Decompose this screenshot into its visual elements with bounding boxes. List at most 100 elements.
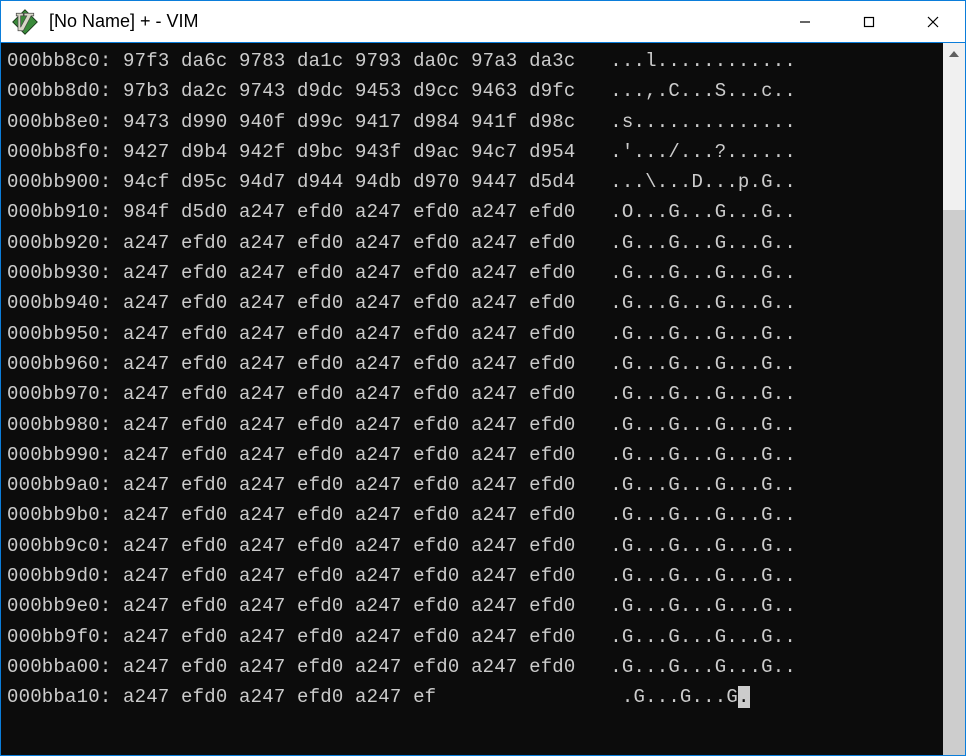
hex-bytes: a247 efd0 a247 efd0 a247 efd0 a247 efd0 xyxy=(111,383,575,405)
hex-address: 000bb920: xyxy=(7,232,111,254)
vertical-scrollbar[interactable] xyxy=(943,43,965,755)
hex-address: 000bb940: xyxy=(7,292,111,314)
hex-row: 000bb9c0: a247 efd0 a247 efd0 a247 efd0 … xyxy=(7,531,937,561)
hex-address: 000bb9a0: xyxy=(7,474,111,496)
hex-bytes: a247 efd0 a247 efd0 a247 efd0 a247 efd0 xyxy=(111,353,575,375)
hex-bytes: a247 efd0 a247 efd0 a247 efd0 a247 efd0 xyxy=(111,656,575,678)
hex-ascii: .O...G...G...G.. xyxy=(576,201,796,223)
hex-bytes: a247 efd0 a247 efd0 a247 efd0 a247 efd0 xyxy=(111,232,575,254)
hex-bytes: a247 efd0 a247 efd0 a247 efd0 a247 efd0 xyxy=(111,535,575,557)
hex-address: 000bb8f0: xyxy=(7,141,111,163)
hex-row: 000bb920: a247 efd0 a247 efd0 a247 efd0 … xyxy=(7,228,937,258)
hex-ascii: .'.../...?...... xyxy=(576,141,796,163)
hex-address: 000bb930: xyxy=(7,262,111,284)
hex-row: 000bb970: a247 efd0 a247 efd0 a247 efd0 … xyxy=(7,379,937,409)
hex-address: 000bb8e0: xyxy=(7,111,111,133)
scroll-thumb[interactable] xyxy=(943,210,965,755)
hex-row: 000bb9d0: a247 efd0 a247 efd0 a247 efd0 … xyxy=(7,561,937,591)
scroll-track[interactable] xyxy=(943,65,965,755)
hex-bytes: a247 efd0 a247 efd0 a247 efd0 a247 efd0 xyxy=(111,444,575,466)
hex-row: 000bb910: 984f d5d0 a247 efd0 a247 efd0 … xyxy=(7,197,937,227)
hex-ascii: .G...G...G...G.. xyxy=(576,353,796,375)
hex-ascii: .G...G...G...G.. xyxy=(576,232,796,254)
hex-ascii: .G...G...G...G.. xyxy=(576,656,796,678)
hex-ascii: .G...G...G...G.. xyxy=(576,504,796,526)
hex-bytes: a247 efd0 a247 efd0 a247 efd0 a247 efd0 xyxy=(111,595,575,617)
hex-ascii: .G...G...G...G.. xyxy=(576,626,796,648)
hex-bytes: a247 efd0 a247 efd0 a247 efd0 a247 efd0 xyxy=(111,414,575,436)
hex-row: 000bb990: a247 efd0 a247 efd0 a247 efd0 … xyxy=(7,440,937,470)
hex-address: 000bba10: xyxy=(7,686,111,708)
hex-ascii: .G...G...G. xyxy=(587,686,749,708)
hex-bytes: 94cf d95c 94d7 d944 94db d970 9447 d5d4 xyxy=(111,171,575,193)
hex-bytes: 97f3 da6c 9783 da1c 9793 da0c 97a3 da3c xyxy=(111,50,575,72)
hex-address: 000bb990: xyxy=(7,444,111,466)
hex-ascii: .G...G...G...G.. xyxy=(576,474,796,496)
hex-row: 000bb8e0: 9473 d990 940f d99c 9417 d984 … xyxy=(7,107,937,137)
hex-row: 000bb980: a247 efd0 a247 efd0 a247 efd0 … xyxy=(7,410,937,440)
hex-ascii: .G...G...G...G.. xyxy=(576,262,796,284)
hex-row: 000bba10: a247 efd0 a247 efd0 a247 ef .G… xyxy=(7,682,937,712)
hex-bytes: 984f d5d0 a247 efd0 a247 efd0 a247 efd0 xyxy=(111,201,575,223)
minimize-button[interactable] xyxy=(773,1,837,42)
hex-row: 000bb9f0: a247 efd0 a247 efd0 a247 efd0 … xyxy=(7,622,937,652)
content-area: 000bb8c0: 97f3 da6c 9783 da1c 9793 da0c … xyxy=(1,43,965,755)
hex-address: 000bb8c0: xyxy=(7,50,111,72)
titlebar[interactable]: [No Name] + - VIM xyxy=(1,1,965,43)
hex-address: 000bb950: xyxy=(7,323,111,345)
hex-ascii: .s.............. xyxy=(576,111,796,133)
hex-row: 000bb8d0: 97b3 da2c 9743 d9dc 9453 d9cc … xyxy=(7,76,937,106)
close-button[interactable] xyxy=(901,1,965,42)
hex-row: 000bb940: a247 efd0 a247 efd0 a247 efd0 … xyxy=(7,288,937,318)
hex-address: 000bb9e0: xyxy=(7,595,111,617)
cursor: . xyxy=(738,686,750,708)
hex-bytes: a247 efd0 a247 efd0 a247 efd0 a247 efd0 xyxy=(111,474,575,496)
editor-viewport[interactable]: 000bb8c0: 97f3 da6c 9783 da1c 9793 da0c … xyxy=(1,43,943,755)
hex-bytes: 9427 d9b4 942f d9bc 943f d9ac 94c7 d954 xyxy=(111,141,575,163)
hex-row: 000bb9b0: a247 efd0 a247 efd0 a247 efd0 … xyxy=(7,500,937,530)
hex-row: 000bb9e0: a247 efd0 a247 efd0 a247 efd0 … xyxy=(7,591,937,621)
hex-bytes: a247 efd0 a247 efd0 a247 ef xyxy=(111,686,587,708)
hex-ascii: .G...G...G...G.. xyxy=(576,595,796,617)
hex-ascii: .G...G...G...G.. xyxy=(576,292,796,314)
hex-ascii: .G...G...G...G.. xyxy=(576,444,796,466)
hex-bytes: 97b3 da2c 9743 d9dc 9453 d9cc 9463 d9fc xyxy=(111,80,575,102)
hex-row: 000bb8c0: 97f3 da6c 9783 da1c 9793 da0c … xyxy=(7,46,937,76)
maximize-button[interactable] xyxy=(837,1,901,42)
hex-ascii: .G...G...G...G.. xyxy=(576,323,796,345)
hex-row: 000bba00: a247 efd0 a247 efd0 a247 efd0 … xyxy=(7,652,937,682)
hex-row: 000bb960: a247 efd0 a247 efd0 a247 efd0 … xyxy=(7,349,937,379)
hex-address: 000bb980: xyxy=(7,414,111,436)
hex-address: 000bb910: xyxy=(7,201,111,223)
hex-address: 000bb9d0: xyxy=(7,565,111,587)
hex-bytes: 9473 d990 940f d99c 9417 d984 941f d98c xyxy=(111,111,575,133)
hex-row: 000bb8f0: 9427 d9b4 942f d9bc 943f d9ac … xyxy=(7,137,937,167)
hex-address: 000bb9c0: xyxy=(7,535,111,557)
hex-bytes: a247 efd0 a247 efd0 a247 efd0 a247 efd0 xyxy=(111,292,575,314)
hex-row: 000bb930: a247 efd0 a247 efd0 a247 efd0 … xyxy=(7,258,937,288)
hex-bytes: a247 efd0 a247 efd0 a247 efd0 a247 efd0 xyxy=(111,504,575,526)
hex-row: 000bb950: a247 efd0 a247 efd0 a247 efd0 … xyxy=(7,319,937,349)
hex-ascii: .G...G...G...G.. xyxy=(576,565,796,587)
hex-ascii: .G...G...G...G.. xyxy=(576,383,796,405)
hex-address: 000bb970: xyxy=(7,383,111,405)
hex-ascii: ...,.C...S...c.. xyxy=(576,80,796,102)
hex-row: 000bb9a0: a247 efd0 a247 efd0 a247 efd0 … xyxy=(7,470,937,500)
hex-row: 000bb900: 94cf d95c 94d7 d944 94db d970 … xyxy=(7,167,937,197)
hex-ascii: .G...G...G...G.. xyxy=(576,414,796,436)
application-window: [No Name] + - VIM 000bb8c0: 97f3 da6c 97… xyxy=(0,0,966,756)
hex-address: 000bb9b0: xyxy=(7,504,111,526)
hex-bytes: a247 efd0 a247 efd0 a247 efd0 a247 efd0 xyxy=(111,626,575,648)
hex-address: 000bb900: xyxy=(7,171,111,193)
hex-bytes: a247 efd0 a247 efd0 a247 efd0 a247 efd0 xyxy=(111,323,575,345)
hex-ascii: ...l............ xyxy=(576,50,796,72)
hex-address: 000bba00: xyxy=(7,656,111,678)
hex-address: 000bb8d0: xyxy=(7,80,111,102)
window-title: [No Name] + - VIM xyxy=(49,11,773,32)
window-controls xyxy=(773,1,965,42)
hex-ascii: .G...G...G...G.. xyxy=(576,535,796,557)
scroll-up-arrow-icon[interactable] xyxy=(943,43,965,65)
hex-address: 000bb960: xyxy=(7,353,111,375)
hex-address: 000bb9f0: xyxy=(7,626,111,648)
vim-app-icon xyxy=(11,8,39,36)
